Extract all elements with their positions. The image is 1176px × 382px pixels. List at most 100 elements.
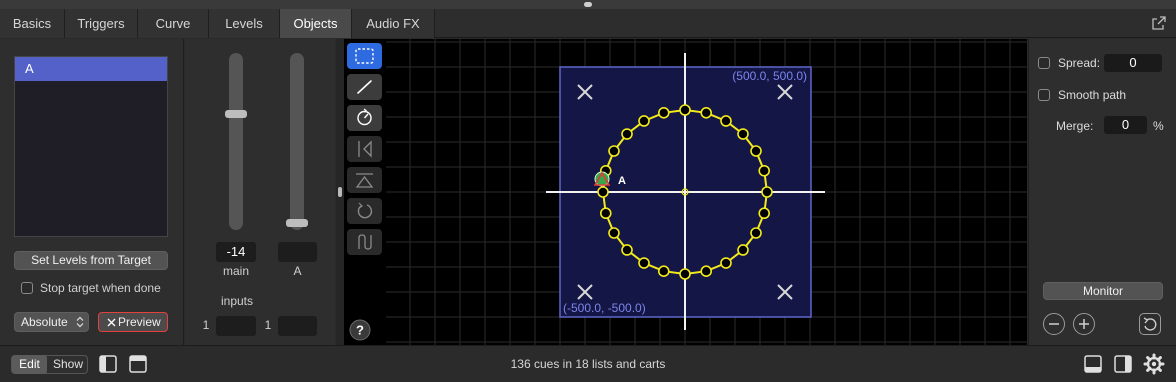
mode-select[interactable]: Absolute — [14, 312, 89, 332]
drag-handle[interactable] — [584, 2, 592, 7]
inputs-label: inputs — [220, 294, 254, 308]
gear-icon[interactable] — [1143, 353, 1165, 375]
path-point[interactable] — [737, 244, 749, 256]
spread-field[interactable]: 0 — [1104, 54, 1162, 72]
selection-tool-button[interactable] — [347, 43, 382, 69]
reverse-path-button[interactable] — [347, 229, 382, 255]
flip-horizontal-button[interactable] — [347, 136, 382, 162]
tab-basics[interactable]: Basics — [0, 9, 65, 38]
object-tool-strip: ? — [344, 39, 386, 345]
path-point[interactable] — [720, 257, 732, 269]
zoom-out-button[interactable] — [1043, 313, 1065, 335]
zoom-out-icon — [1049, 323, 1059, 325]
top-right-coordinate: (500.0, 500.0) — [732, 69, 807, 83]
preview-label: Preview — [118, 315, 161, 329]
path-point[interactable] — [700, 106, 713, 119]
path-point[interactable] — [621, 128, 633, 140]
mode-select-value: Absolute — [21, 315, 68, 329]
levels-fader-panel: -14 main A inputs 1 1 — [185, 39, 335, 345]
edit-mode-button[interactable]: Edit — [12, 355, 47, 374]
input-level-field[interactable] — [216, 316, 256, 336]
main-fader-thumb[interactable] — [225, 110, 247, 119]
preview-button[interactable]: Preview — [98, 312, 168, 332]
flip-vertical-button[interactable] — [347, 167, 382, 193]
tab-curve[interactable]: Curve — [138, 9, 209, 38]
tab-triggers[interactable]: Triggers — [65, 9, 138, 38]
sidebar-left-icon[interactable] — [98, 354, 118, 374]
splitter-grip[interactable] — [338, 187, 342, 197]
path-point[interactable] — [758, 164, 771, 177]
path-point[interactable] — [750, 145, 762, 157]
object-level-field[interactable] — [278, 242, 317, 262]
smooth-path-checkbox[interactable] — [1038, 89, 1050, 101]
path-point[interactable] — [621, 244, 633, 256]
tab-audio-fx[interactable]: Audio FX — [352, 9, 435, 38]
object-marker[interactable] — [593, 171, 611, 187]
path-point[interactable] — [599, 207, 612, 220]
panel-splitter[interactable] — [336, 39, 344, 345]
object-fader-thumb[interactable] — [286, 218, 308, 227]
path-point[interactable] — [679, 104, 691, 116]
input-number: 1 — [264, 318, 272, 332]
path-point[interactable] — [720, 115, 732, 127]
input-level-field[interactable] — [278, 316, 317, 336]
rotate-dial-icon — [357, 108, 372, 126]
stop-target-checkbox[interactable] — [21, 282, 33, 294]
selection-rect-icon — [355, 48, 374, 64]
path-point[interactable] — [657, 265, 670, 278]
path-point[interactable] — [737, 128, 749, 140]
path-point[interactable] — [700, 265, 713, 278]
panel-top-icon[interactable] — [128, 354, 148, 374]
merge-field[interactable]: 0 — [1104, 116, 1147, 134]
main-fader-track[interactable] — [229, 53, 243, 230]
zoom-in-button[interactable] — [1073, 313, 1095, 335]
sidebar-right-icon[interactable] — [1113, 354, 1133, 374]
x-icon — [107, 318, 116, 327]
undo-button[interactable] — [1139, 313, 1161, 335]
spread-label: Spread: — [1058, 56, 1101, 70]
path-point[interactable] — [608, 145, 620, 157]
main-fader-label: main — [222, 264, 249, 278]
rotate-icon — [357, 202, 373, 219]
path-point[interactable] — [758, 207, 771, 220]
path-point[interactable] — [657, 106, 670, 119]
path-point[interactable] — [597, 186, 609, 198]
status-bar: Edit Show 136 cues in 18 lists and carts — [0, 345, 1176, 382]
spread-checkbox[interactable] — [1038, 57, 1050, 69]
target-list[interactable]: A — [14, 56, 168, 237]
path-point[interactable] — [750, 227, 762, 239]
path-point[interactable] — [608, 227, 620, 239]
panel-bottom-icon[interactable] — [1083, 354, 1103, 374]
tab-objects[interactable]: Objects — [280, 9, 352, 38]
monitor-button[interactable]: Monitor — [1043, 282, 1163, 300]
popout-icon[interactable] — [1152, 16, 1166, 30]
path-point[interactable] — [638, 115, 650, 127]
list-item[interactable]: A — [15, 57, 167, 81]
path-point[interactable] — [679, 268, 691, 280]
undo-icon — [1143, 317, 1157, 331]
target-panel: A Set Levels from Target Stop target whe… — [0, 39, 184, 345]
cue-count-status: 136 cues in 18 lists and carts — [510, 357, 666, 371]
set-levels-button[interactable]: Set Levels from Target — [14, 251, 168, 270]
input-number: 1 — [202, 318, 210, 332]
svg-text:?: ? — [356, 323, 364, 338]
window-top-strip — [0, 0, 1176, 9]
flip-vertical-icon — [355, 173, 374, 188]
path-point[interactable] — [638, 257, 650, 269]
tab-levels[interactable]: Levels — [209, 9, 280, 38]
show-mode-button[interactable]: Show — [49, 355, 87, 374]
object-canvas[interactable]: A (500.0, 500.0) (-500.0, -500.0) — [386, 39, 1027, 345]
rotate-button[interactable] — [347, 198, 382, 224]
object-fader-track[interactable] — [290, 53, 304, 230]
question-icon[interactable]: ? — [349, 319, 371, 341]
rotate-dial-button[interactable] — [347, 105, 382, 131]
line-tool-button[interactable] — [347, 74, 382, 100]
bottom-left-coordinate: (-500.0, -500.0) — [563, 301, 646, 315]
main-level-field[interactable]: -14 — [216, 242, 256, 262]
object-options-panel: Spread: 0 Smooth path Merge: 0 % Monitor — [1028, 39, 1176, 345]
flip-horizontal-icon — [358, 140, 372, 158]
stop-target-label: Stop target when done — [40, 281, 161, 295]
line-tool-icon — [357, 80, 372, 94]
path-point[interactable] — [761, 186, 773, 198]
reverse-path-icon — [358, 234, 372, 250]
